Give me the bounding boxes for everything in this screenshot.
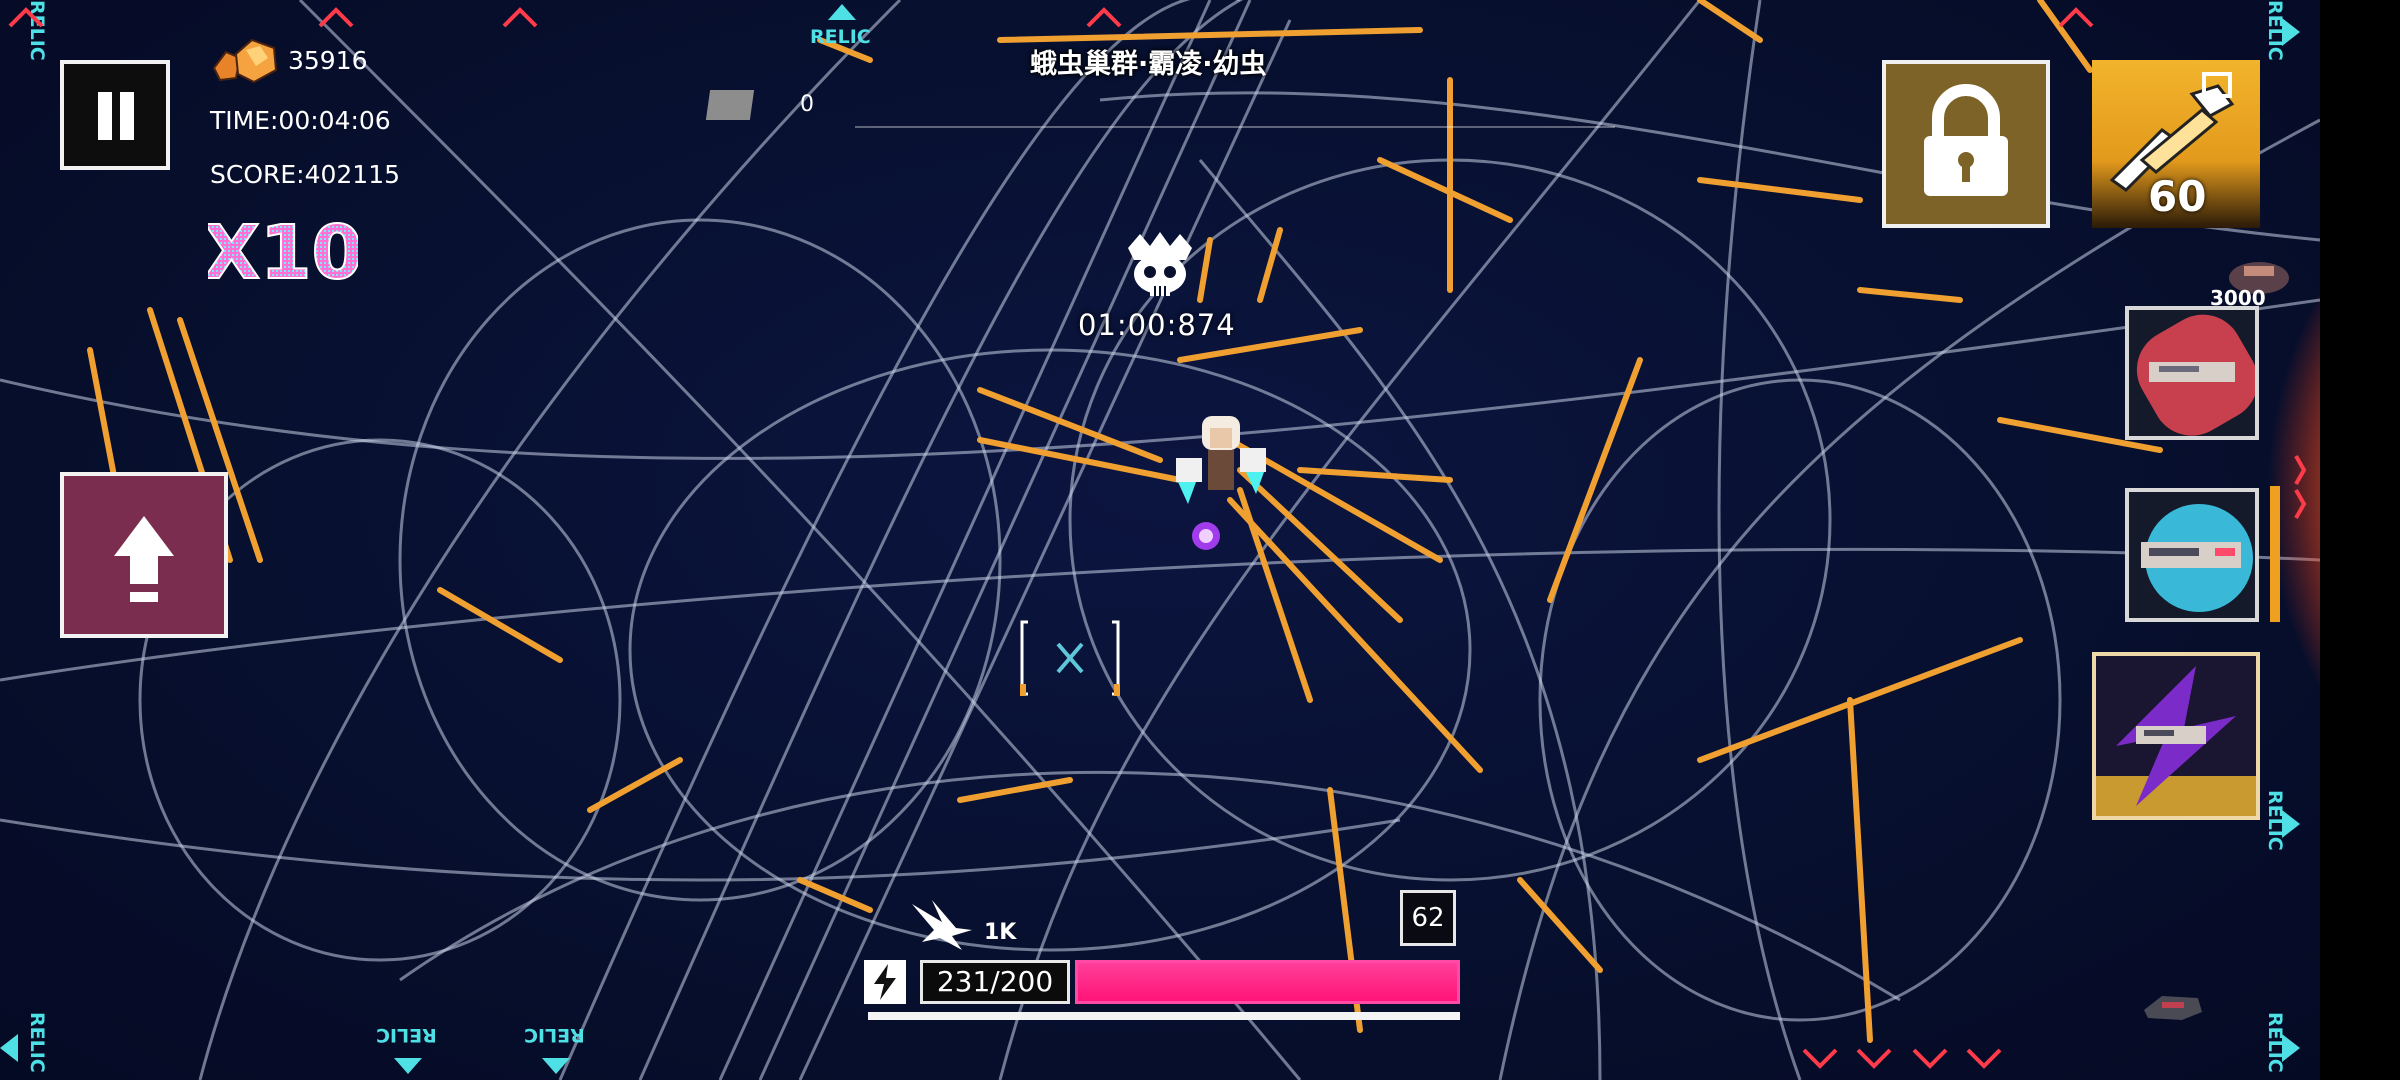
lightning-icon [864, 960, 906, 1004]
lock-icon [1924, 84, 2008, 196]
ammo-gauge [2270, 486, 2280, 622]
lightning-gun-icon [2096, 666, 2256, 816]
skill-charge-count: 60 [2148, 172, 2207, 221]
hp-text: 231/200 [920, 960, 1070, 1004]
game-stage: 01:00:874 3000 蛾虫巢群·霸凌·幼虫 0 35916 TIME:0… [0, 0, 2320, 1080]
shotgun-icon [2136, 314, 2258, 436]
weapon-slot-2[interactable] [2125, 488, 2259, 622]
damage-burst-icon [912, 900, 972, 950]
weapon-slot-3[interactable] [2092, 652, 2260, 820]
plasma-gun-icon [2141, 504, 2253, 612]
hp-bar [1075, 960, 1460, 1004]
shield-bar [868, 1012, 1460, 1020]
weapon-slot-1[interactable] [2125, 306, 2259, 440]
bits-counter: 62 [1400, 890, 1456, 946]
damage-label: 1K [984, 920, 1017, 945]
target-lock-button[interactable] [1882, 60, 2050, 228]
hp-bar-fill [1078, 963, 1457, 1001]
